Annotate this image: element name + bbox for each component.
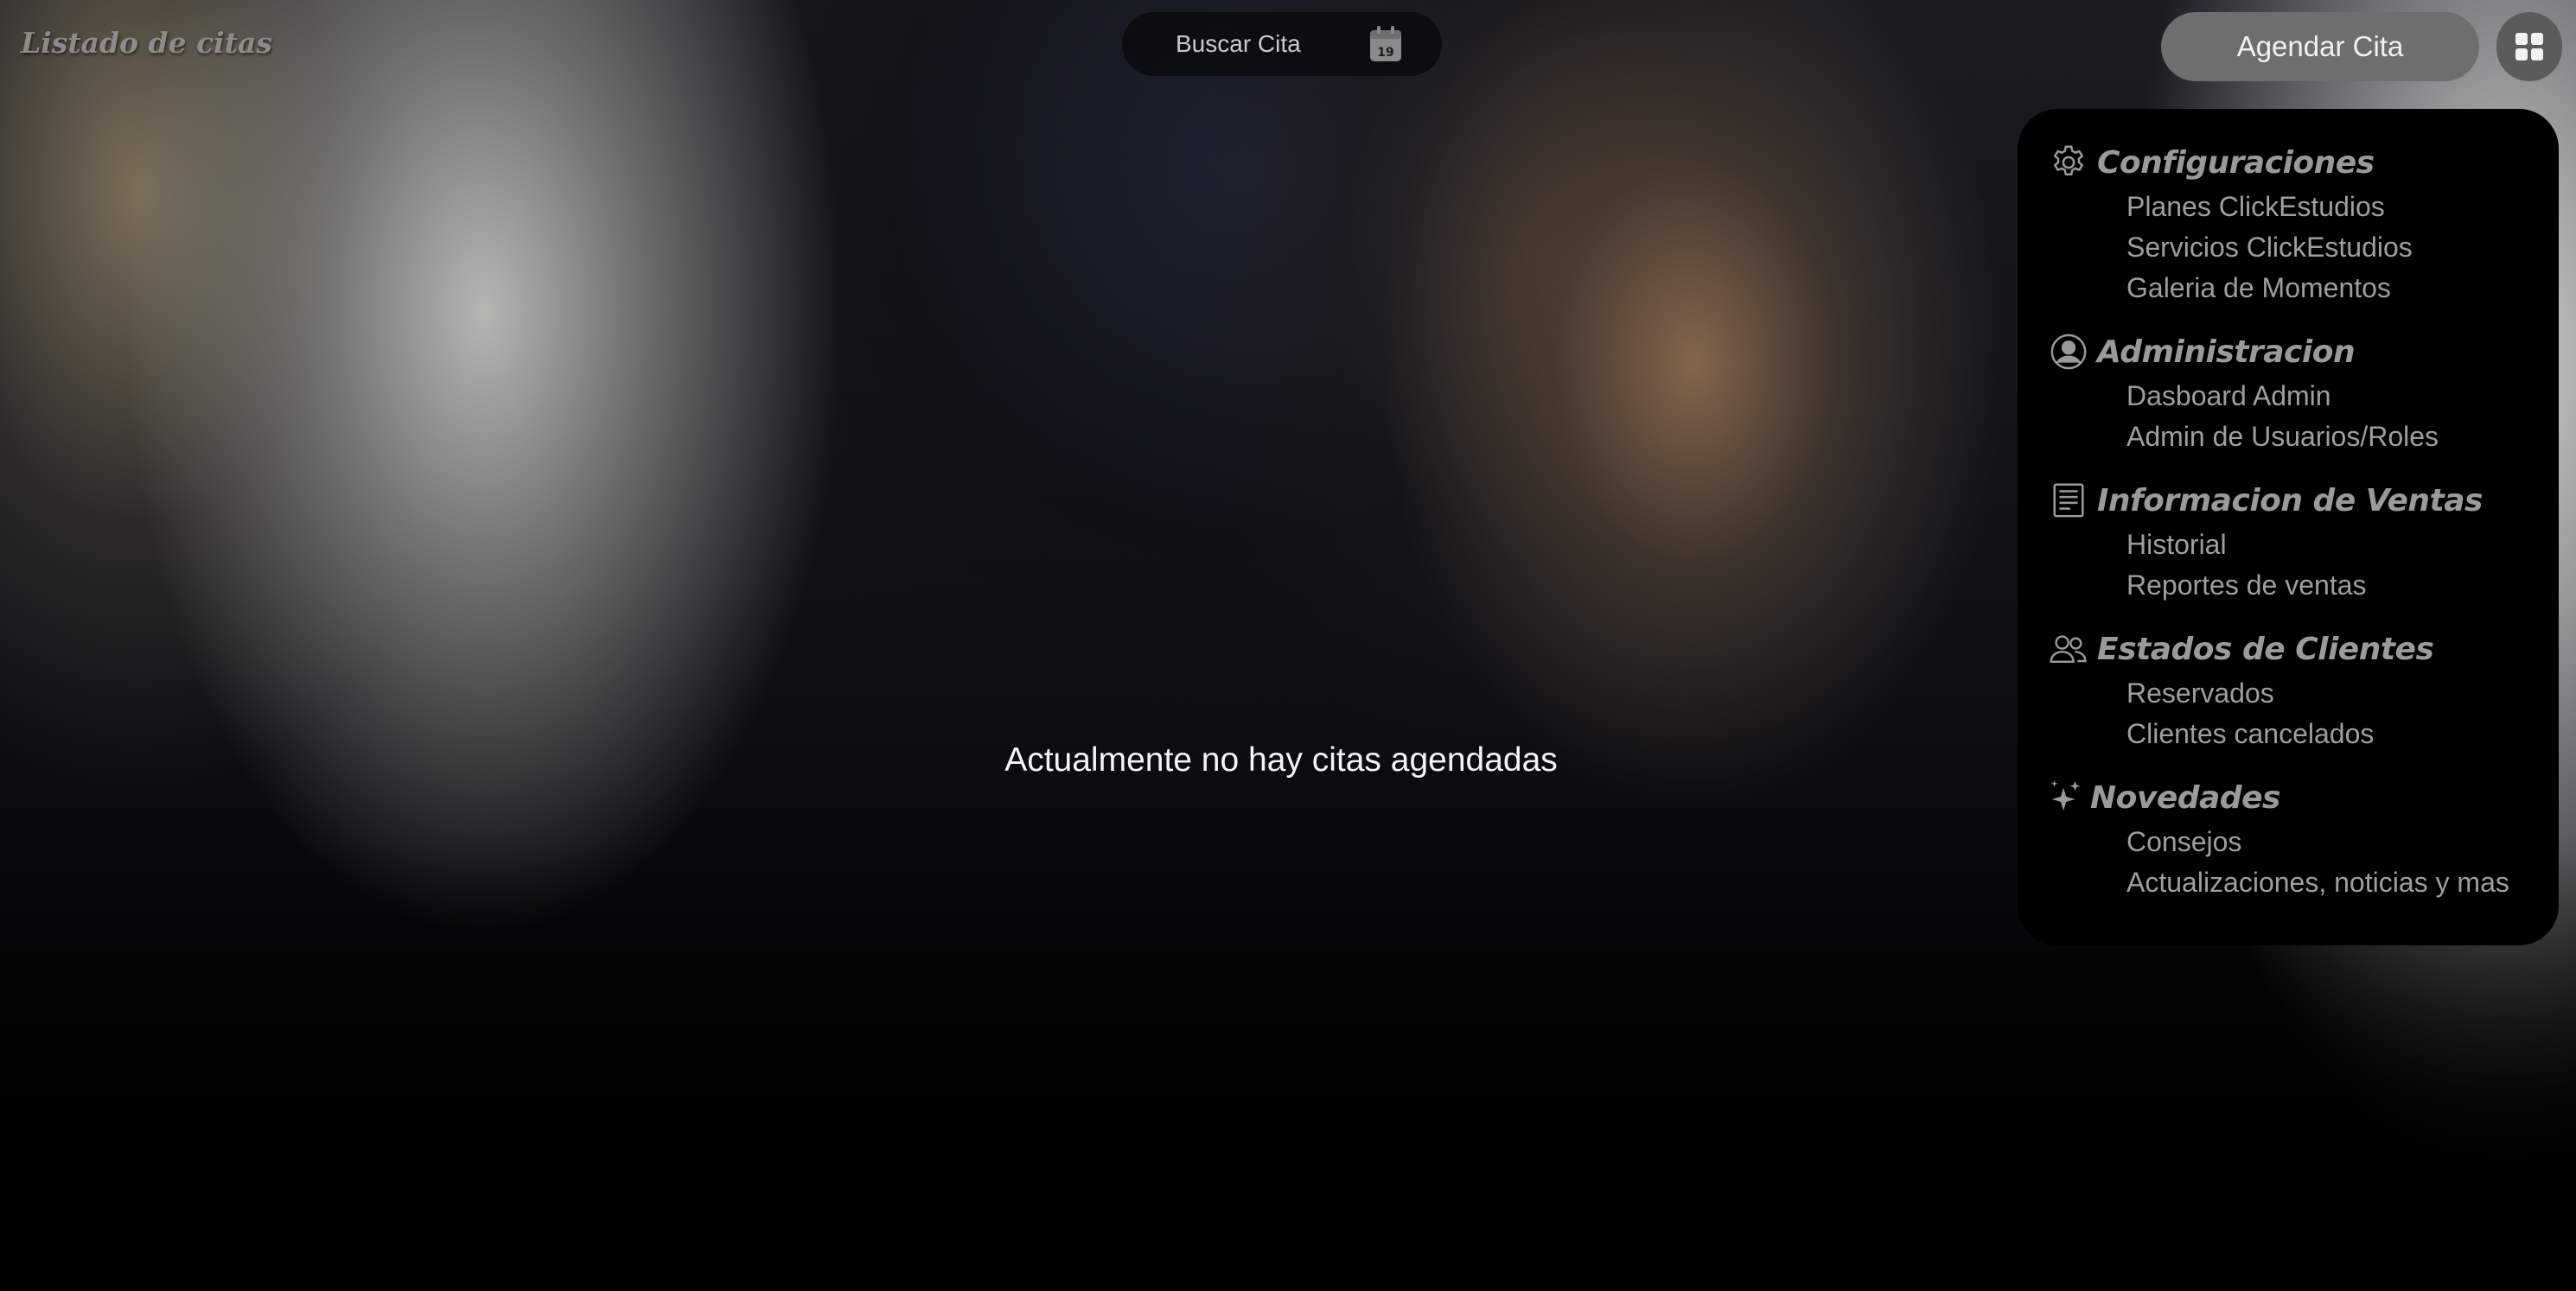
section-header: Estados de Clientes (2047, 625, 2559, 673)
section-title: Configuraciones (2097, 144, 2375, 181)
gear-icon (2047, 141, 2090, 184)
search-label: Buscar Cita (1176, 30, 1301, 57)
page: Listado de citas Buscar Cita 19 Agendar … (0, 0, 2576, 1291)
agendar-cita-button[interactable]: Agendar Cita (2161, 12, 2479, 81)
menu-item-historial[interactable]: Historial (2126, 525, 2559, 565)
section-title: Informacion de Ventas (2097, 482, 2484, 518)
menu-section-novedades: Novedades Consejos Actualizaciones, noti… (2047, 773, 2559, 903)
menu-section-ventas: Informacion de Ventas Historial Reportes… (2047, 476, 2559, 606)
users-icon (2047, 627, 2090, 671)
section-title: Novedades (2090, 779, 2280, 816)
grid-icon (2515, 33, 2543, 60)
menu-section-administracion: Administracion Dasboard Admin Admin de U… (2047, 328, 2559, 457)
user-circle-icon (2047, 330, 2090, 373)
section-header: Administracion (2047, 328, 2559, 376)
menu-item-dashboard-admin[interactable]: Dasboard Admin (2126, 376, 2559, 417)
section-title: Administracion (2097, 334, 2356, 370)
menu-item-galeria[interactable]: Galeria de Momentos (2126, 268, 2559, 308)
apps-menu-panel: Configuraciones Planes ClickEstudios Ser… (2018, 109, 2559, 945)
menu-section-configuraciones: Configuraciones Planes ClickEstudios Ser… (2047, 138, 2559, 308)
menu-item-admin-usuarios[interactable]: Admin de Usuarios/Roles (2126, 417, 2559, 457)
page-title: Listado de citas (21, 26, 272, 60)
sparkles-icon (2047, 776, 2083, 819)
menu-item-planes[interactable]: Planes ClickEstudios (2126, 187, 2559, 227)
calendar-icon[interactable]: 19 (1369, 26, 1402, 62)
menu-item-actualizaciones[interactable]: Actualizaciones, noticias y mas (2126, 862, 2559, 903)
calendar-day-text: 19 (1377, 46, 1393, 60)
menu-item-consejos[interactable]: Consejos (2126, 822, 2559, 862)
section-header: Informacion de Ventas (2047, 476, 2559, 525)
menu-item-reservados[interactable]: Reservados (2126, 673, 2559, 714)
menu-section-clientes: Estados de Clientes Reservados Clientes … (2047, 625, 2559, 754)
menu-item-servicios[interactable]: Servicios ClickEstudios (2126, 227, 2559, 268)
apps-menu-button[interactable] (2496, 12, 2562, 81)
section-title: Estados de Clientes (2097, 631, 2434, 667)
receipt-icon (2047, 479, 2090, 522)
section-header: Novedades (2047, 773, 2559, 822)
menu-item-reportes-ventas[interactable]: Reportes de ventas (2126, 565, 2559, 606)
menu-item-clientes-cancelados[interactable]: Clientes cancelados (2126, 714, 2559, 754)
search-cita-field[interactable]: Buscar Cita 19 (1122, 12, 1442, 76)
section-header: Configuraciones (2047, 138, 2559, 187)
